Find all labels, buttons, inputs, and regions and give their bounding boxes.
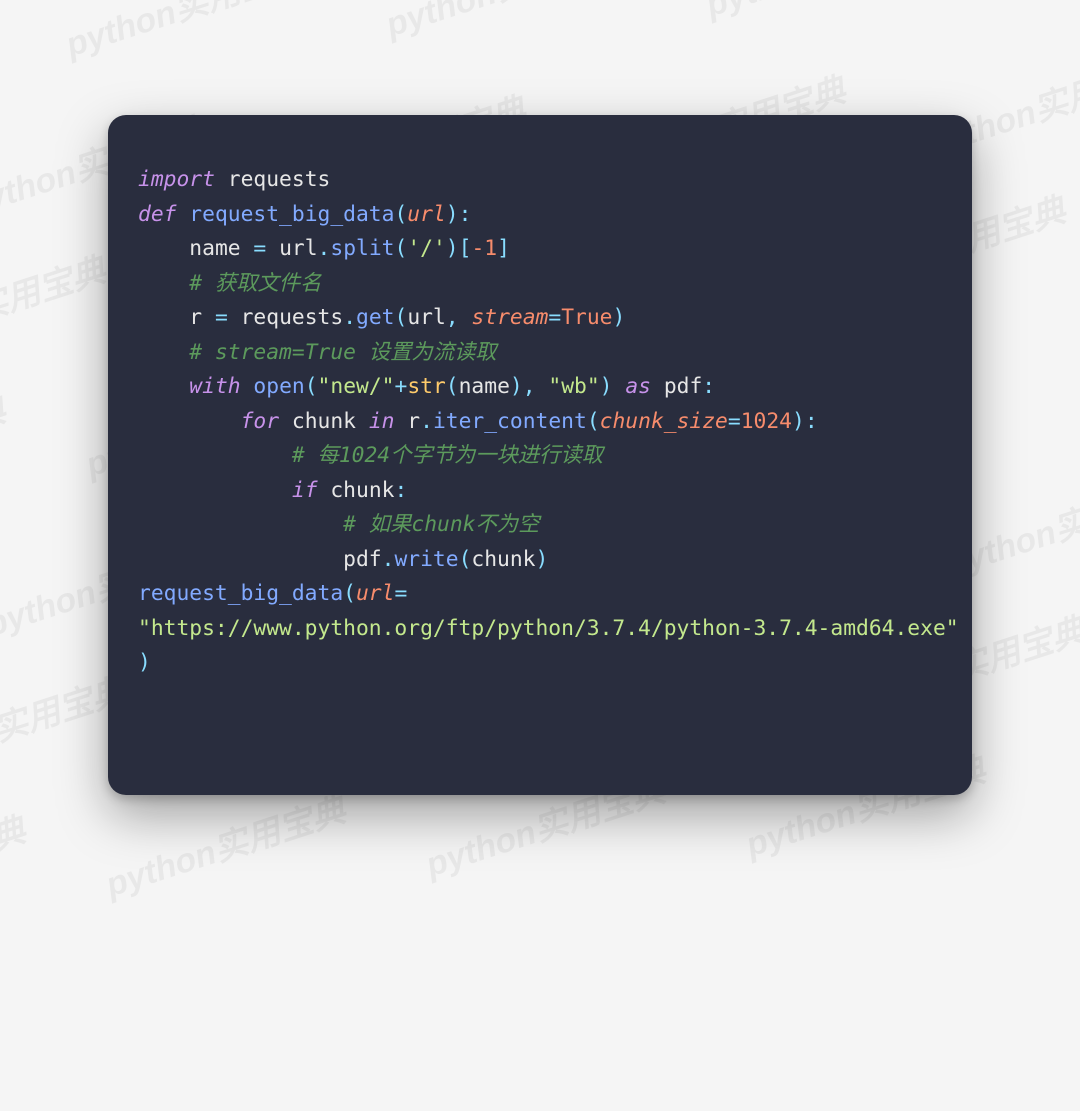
watermark: python实用宝典 (699, 0, 951, 26)
comment: # 如果chunk不为空 (343, 512, 539, 537)
watermark: python实用宝典 (0, 803, 31, 927)
comment: # stream=True 设置为流读取 (189, 340, 496, 365)
watermark: python实用宝典 (0, 243, 111, 367)
code-card: import requests def request_big_data(url… (108, 115, 972, 795)
module-requests: requests (228, 167, 331, 192)
comment: # 获取文件名 (189, 271, 321, 296)
func-name: request_big_data (189, 202, 394, 227)
var-name: name (189, 236, 240, 261)
code-block: import requests def request_big_data(url… (138, 163, 942, 681)
watermark: python实用宝典 (0, 383, 11, 507)
watermark: python实用宝典 (59, 0, 311, 66)
watermark: python实用宝典 (99, 783, 351, 907)
comment: # 每1024个字节为一块进行读取 (292, 443, 603, 468)
url-string: "https://www.python.org/ftp/python/3.7.4… (138, 616, 959, 641)
watermark: python实用宝典 (379, 0, 631, 46)
call-request-big-data: request_big_data (138, 581, 343, 606)
func-arg: url (407, 202, 445, 227)
kw-def: def (138, 202, 176, 227)
kw-import: import (138, 167, 215, 192)
